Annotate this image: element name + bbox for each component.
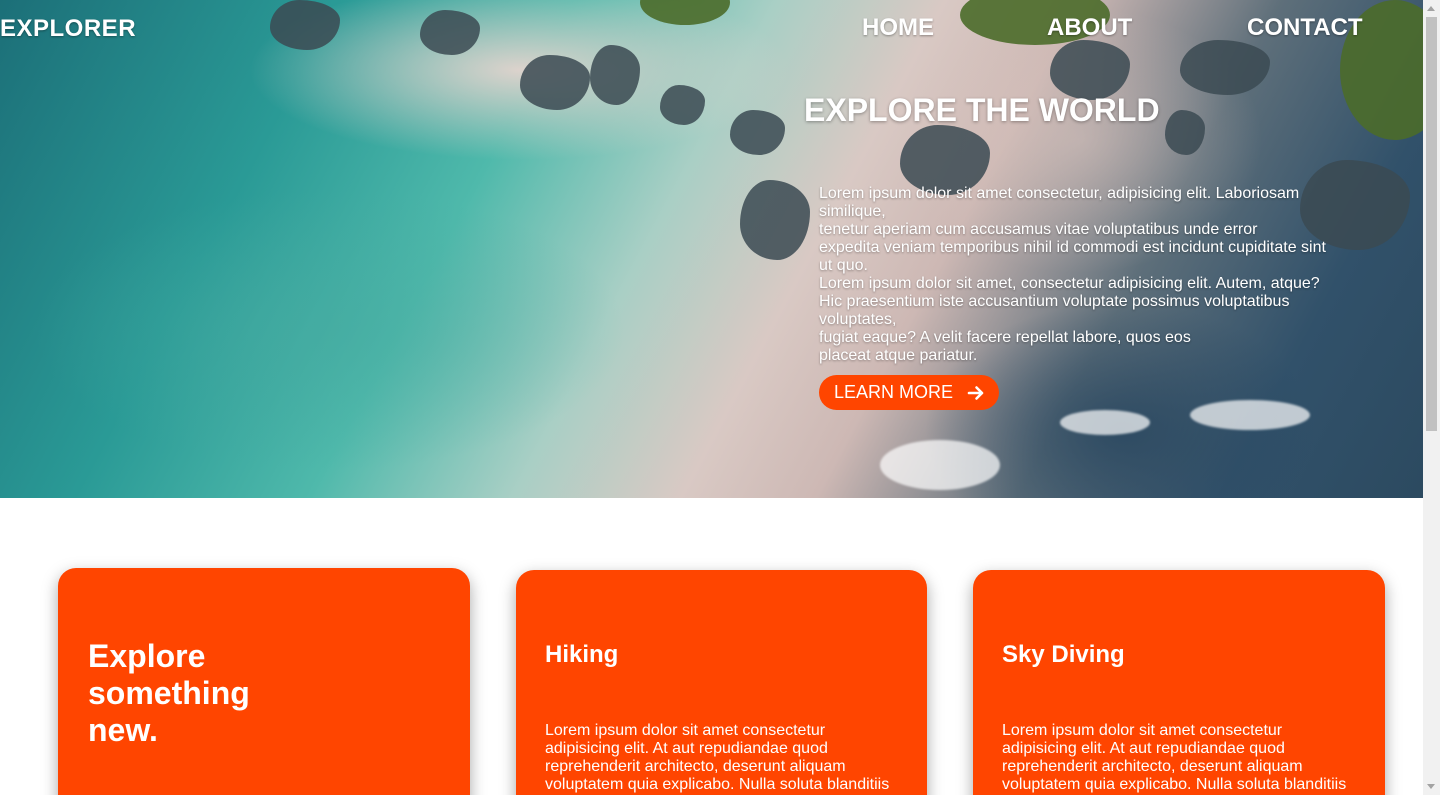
hero-background-surf bbox=[1190, 400, 1310, 430]
scroll-up-arrow-icon[interactable] bbox=[1423, 0, 1440, 17]
hero-background-rock bbox=[420, 10, 480, 55]
hero-section: EXPLORER HOME ABOUT CONTACT EXPLORE THE … bbox=[0, 0, 1423, 498]
scroll-down-arrow-icon[interactable] bbox=[1423, 778, 1440, 795]
feature-card-explore: Explore something new. bbox=[58, 568, 470, 795]
nav-link-home[interactable]: HOME bbox=[862, 14, 934, 42]
nav-link-contact[interactable]: CONTACT bbox=[1247, 14, 1363, 42]
hero-background-foliage bbox=[640, 0, 730, 25]
arrow-right-icon bbox=[967, 386, 984, 400]
hero-description-line: placeat atque pariatur. bbox=[819, 347, 978, 364]
vertical-scrollbar[interactable] bbox=[1423, 0, 1440, 795]
card-title: Sky Diving bbox=[1002, 641, 1125, 668]
feature-card-sky-diving: Sky Diving Lorem ipsum dolor sit amet co… bbox=[973, 570, 1385, 795]
card-description: Lorem ipsum dolor sit amet consectetur a… bbox=[545, 722, 890, 793]
card-title: Hiking bbox=[545, 641, 619, 668]
hero-background-rock bbox=[1180, 40, 1270, 95]
hero-description-line: Lorem ipsum dolor sit amet, consectetur … bbox=[819, 275, 1320, 292]
hero-description-line: Hic praesentium iste accusantium volupta… bbox=[819, 293, 1290, 328]
hero-background-rock bbox=[590, 45, 640, 105]
hero-description-line: expedita veniam temporibus nihil id comm… bbox=[819, 239, 1326, 274]
hero-background-rock bbox=[1050, 40, 1130, 100]
hero-background-rock bbox=[740, 180, 810, 260]
hero-background-rock bbox=[520, 55, 590, 110]
learn-more-button[interactable]: LEARN MORE bbox=[819, 375, 999, 410]
hero-background-surf bbox=[1060, 410, 1150, 435]
hero-description-line: tenetur aperiam cum accusamus vitae volu… bbox=[819, 221, 1258, 238]
card-description: Lorem ipsum dolor sit amet consectetur a… bbox=[1002, 722, 1347, 793]
scrollbar-thumb[interactable] bbox=[1426, 17, 1437, 431]
hero-title: EXPLORE THE WORLD bbox=[804, 92, 1160, 128]
hero-background-rock bbox=[730, 110, 785, 155]
hero-description-line: Lorem ipsum dolor sit amet consectetur, … bbox=[819, 185, 1300, 220]
card-title: Explore something new. bbox=[88, 638, 250, 748]
hero-background-rock bbox=[270, 0, 340, 50]
hero-description-line: fugiat eaque? A velit facere repellat la… bbox=[819, 329, 1191, 346]
feature-card-hiking: Hiking Lorem ipsum dolor sit amet consec… bbox=[516, 570, 927, 795]
hero-background-rock bbox=[660, 85, 705, 125]
brand-logo[interactable]: EXPLORER bbox=[0, 15, 136, 43]
hero-description: Lorem ipsum dolor sit amet consectetur, … bbox=[819, 185, 1331, 365]
learn-more-label: LEARN MORE bbox=[834, 382, 954, 402]
nav-link-about[interactable]: ABOUT bbox=[1047, 14, 1132, 42]
hero-background-surf bbox=[880, 440, 1000, 490]
hero-background-rock bbox=[1165, 110, 1205, 155]
